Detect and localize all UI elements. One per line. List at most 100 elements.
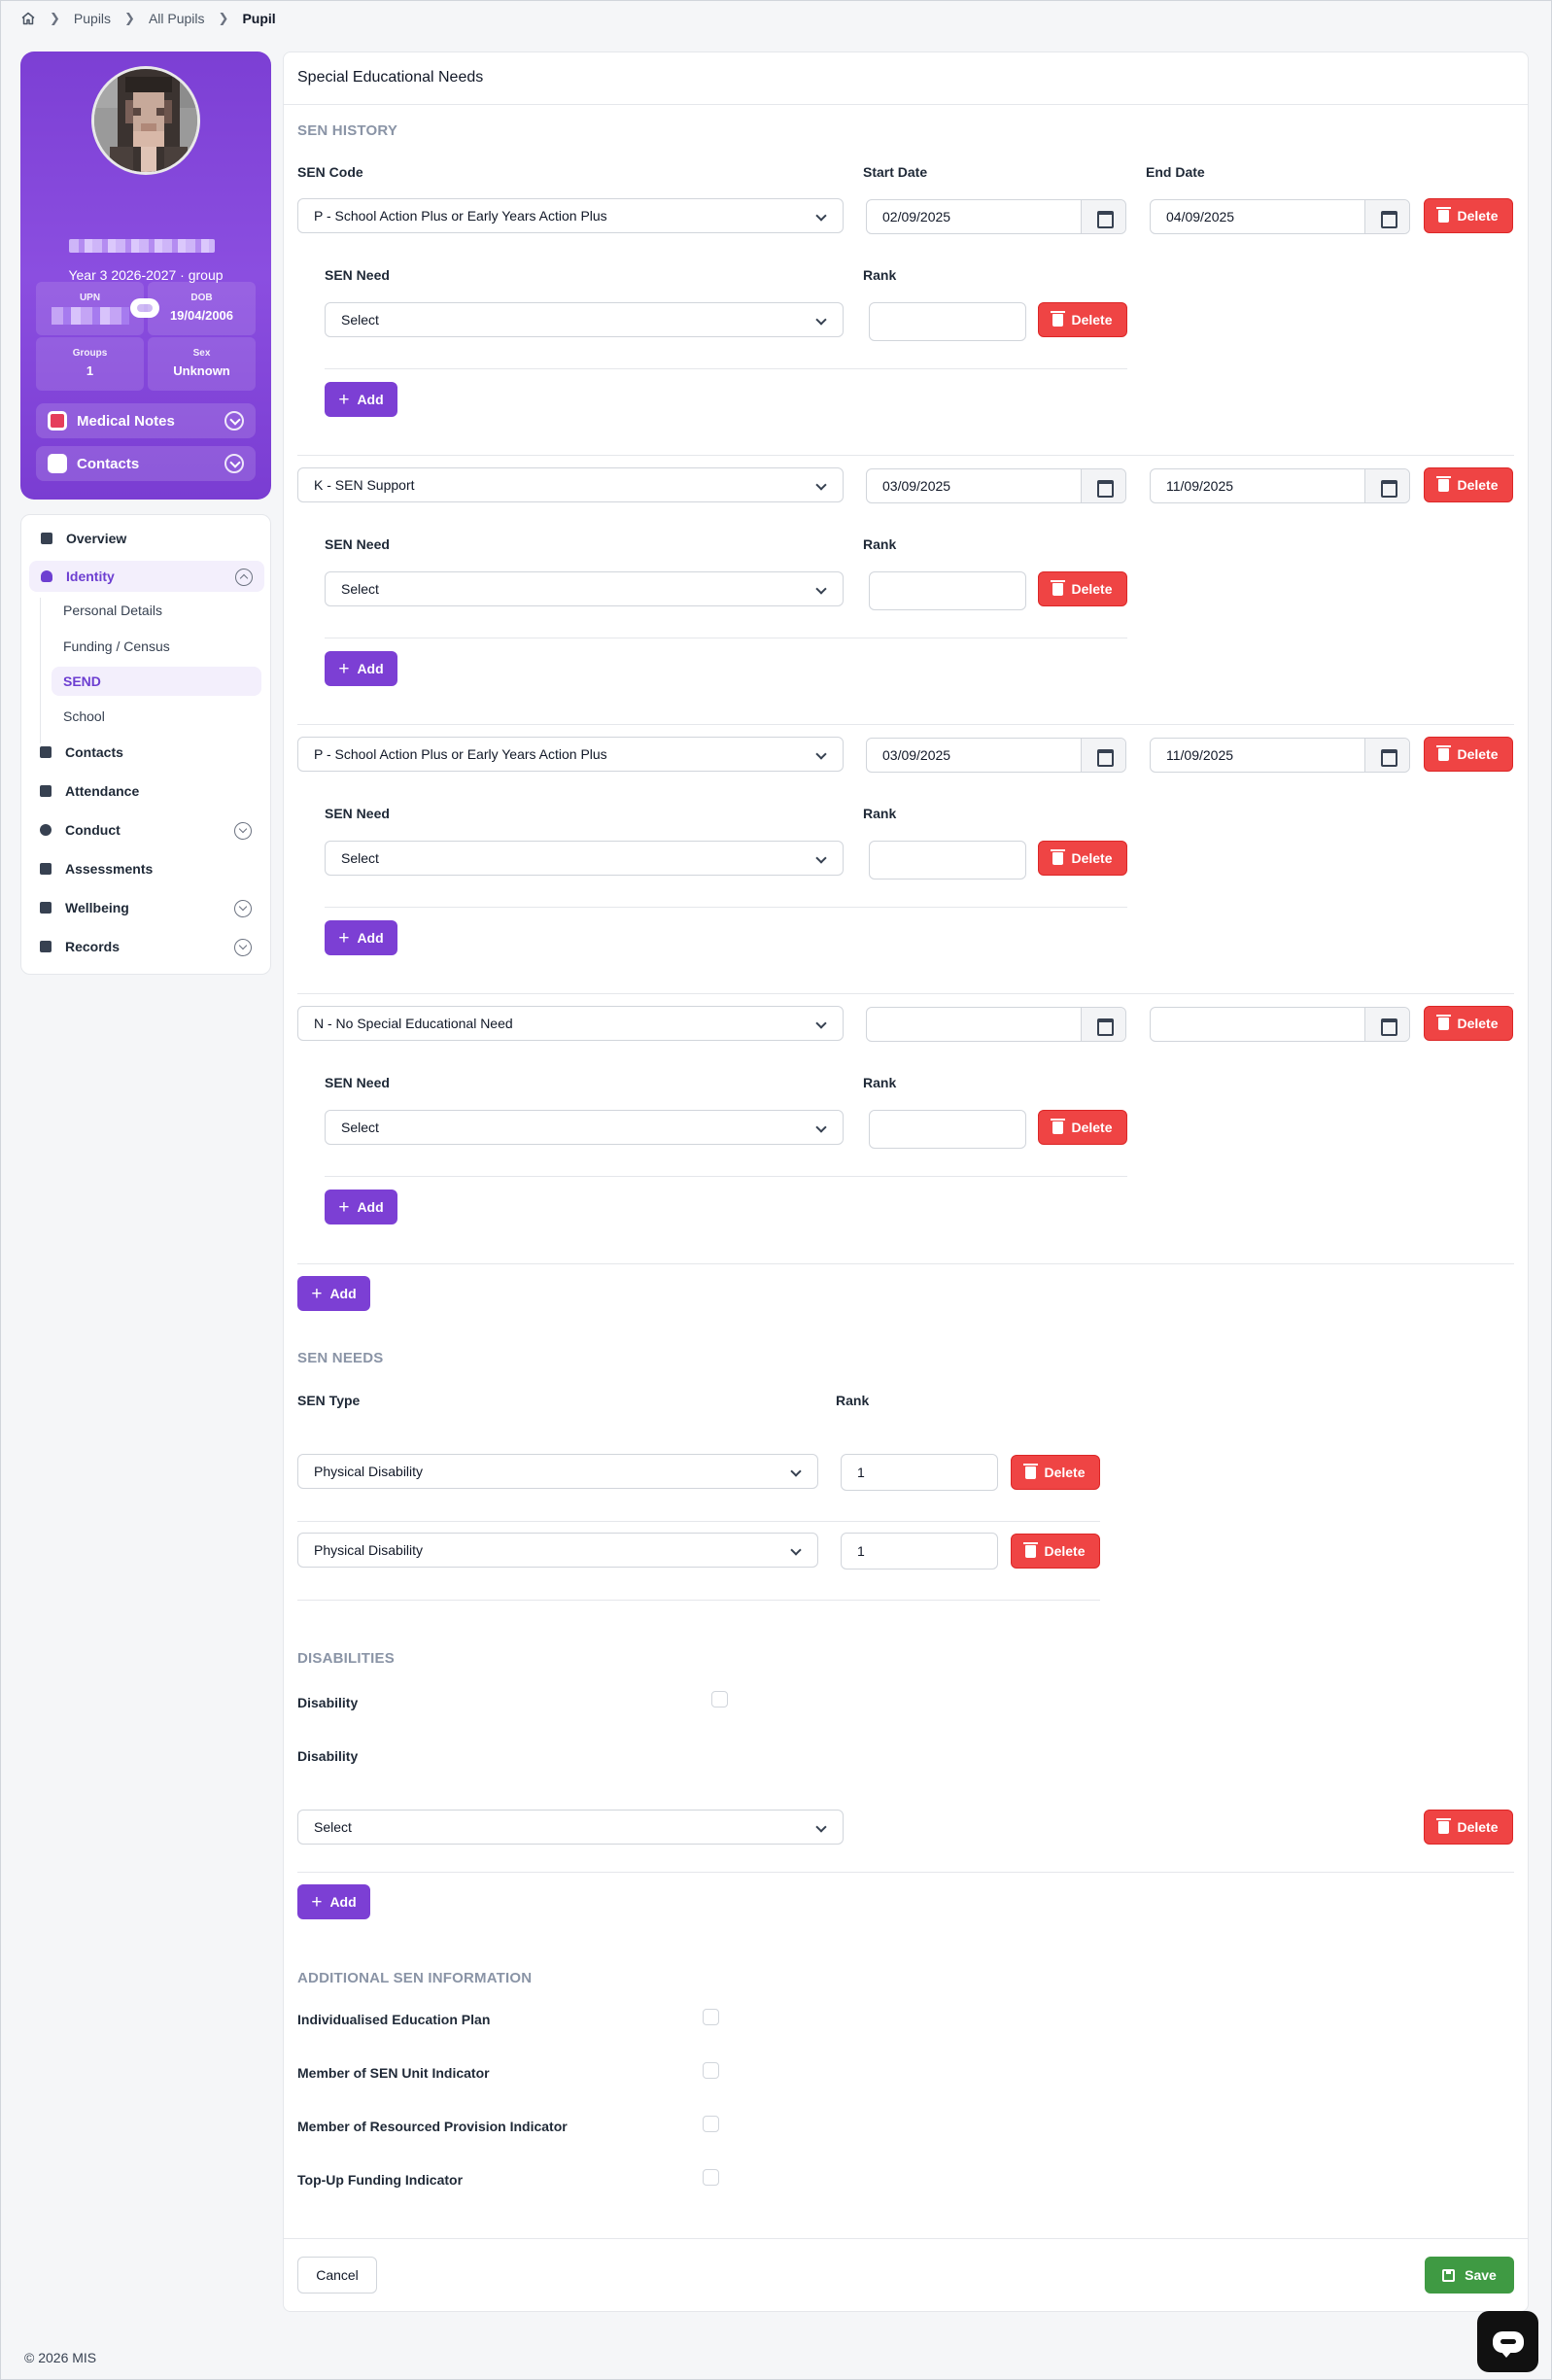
calendar-icon[interactable] <box>1081 200 1125 233</box>
end-date-input[interactable]: 11/09/2025 <box>1150 468 1410 503</box>
sen-type-select[interactable]: Physical Disability <box>297 1533 818 1568</box>
nav-item-wellbeing[interactable]: Wellbeing <box>28 892 263 923</box>
rank-input[interactable]: 1 <box>841 1454 998 1491</box>
cancel-button[interactable]: Cancel <box>297 2257 377 2294</box>
disability-select[interactable]: Select <box>297 1810 844 1845</box>
chat-widget-button[interactable] <box>1477 2311 1538 2372</box>
nav-item-overview[interactable]: Overview <box>29 523 264 554</box>
medical-notes-button[interactable]: Medical Notes <box>36 403 256 438</box>
breadcrumb: ❯ Pupils ❯ All Pupils ❯ Pupil <box>20 9 276 28</box>
nav-item-assessments[interactable]: Assessments <box>28 853 263 884</box>
nav-sub-school[interactable]: School <box>52 702 263 731</box>
chevron-down-icon <box>815 748 827 760</box>
delete-button[interactable]: Delete <box>1011 1455 1100 1490</box>
resourced-provision-checkbox[interactable] <box>703 2116 719 2132</box>
sen-need-select[interactable]: Select <box>325 571 844 606</box>
chevron-down-icon[interactable] <box>234 822 252 840</box>
end-date-input[interactable] <box>1150 1007 1410 1042</box>
add-sen-need-button[interactable]: + Add <box>325 651 397 686</box>
contacts-button[interactable]: Contacts <box>36 446 256 481</box>
chevron-down-icon[interactable] <box>224 411 244 431</box>
footer-copyright: © 2026 MIS <box>24 2350 97 2365</box>
sen-need-select[interactable]: Select <box>325 841 844 876</box>
calendar-icon[interactable] <box>1364 1008 1409 1041</box>
phone-icon <box>48 454 67 473</box>
sen-need-select[interactable]: Select <box>325 1110 844 1145</box>
iep-checkbox[interactable] <box>703 2009 719 2025</box>
start-date-input[interactable]: 03/09/2025 <box>866 468 1126 503</box>
sen-code-select[interactable]: P - School Action Plus or Early Years Ac… <box>297 198 844 233</box>
delete-button[interactable]: Delete <box>1011 1534 1100 1569</box>
start-date-input[interactable]: 03/09/2025 <box>866 738 1126 773</box>
select-value: P - School Action Plus or Early Years Ac… <box>314 746 607 762</box>
select-value: K - SEN Support <box>314 477 415 493</box>
select-value: Select <box>341 312 379 328</box>
start-date-input[interactable] <box>866 1007 1126 1042</box>
sen-code-select[interactable]: P - School Action Plus or Early Years Ac… <box>297 737 844 772</box>
delete-button[interactable]: Delete <box>1424 198 1513 233</box>
rank-input[interactable] <box>869 1110 1026 1149</box>
calendar-icon[interactable] <box>1364 200 1409 233</box>
nav-item-records[interactable]: Records <box>28 931 263 962</box>
add-sen-history-button[interactable]: + Add <box>297 1276 370 1311</box>
home-icon[interactable] <box>20 11 36 26</box>
top-up-funding-checkbox[interactable] <box>703 2169 719 2186</box>
stat-label: UPN <box>79 293 101 303</box>
delete-button[interactable]: Delete <box>1038 841 1127 876</box>
top-up-funding-label: Top-Up Funding Indicator <box>297 2172 464 2188</box>
select-value: Physical Disability <box>314 1542 424 1558</box>
delete-button[interactable]: Delete <box>1038 1110 1127 1145</box>
end-date-input[interactable]: 11/09/2025 <box>1150 738 1410 773</box>
breadcrumb-pupils[interactable]: Pupils <box>74 11 111 26</box>
grid-icon <box>41 533 52 544</box>
add-disability-button[interactable]: + Add <box>297 1884 370 1919</box>
add-sen-need-button[interactable]: + Add <box>325 1190 397 1224</box>
calendar-icon[interactable] <box>1081 739 1125 772</box>
start-date-input[interactable]: 02/09/2025 <box>866 199 1126 234</box>
calendar-icon[interactable] <box>1081 1008 1125 1041</box>
nav-sub-funding-census[interactable]: Funding / Census <box>52 632 263 661</box>
select-value: N - No Special Educational Need <box>314 1016 513 1031</box>
breadcrumb-all-pupils[interactable]: All Pupils <box>149 11 205 26</box>
delete-button[interactable]: Delete <box>1038 571 1127 606</box>
nav-item-conduct[interactable]: Conduct <box>28 814 263 845</box>
chevron-down-icon[interactable] <box>224 454 244 473</box>
sen-code-select[interactable]: N - No Special Educational Need <box>297 1006 844 1041</box>
calendar-icon[interactable] <box>1081 469 1125 502</box>
trash-icon <box>1051 1118 1066 1134</box>
sen-need-select[interactable]: Select <box>325 302 844 337</box>
add-sen-need-button[interactable]: + Add <box>325 382 397 417</box>
calendar-icon[interactable] <box>1364 739 1409 772</box>
select-value: Select <box>341 1120 379 1135</box>
nav-item-identity[interactable]: Identity <box>29 561 264 592</box>
rank-input[interactable] <box>869 841 1026 880</box>
nav-item-attendance[interactable]: Attendance <box>28 776 263 807</box>
contacts-label: Contacts <box>77 455 140 472</box>
calendar-icon[interactable] <box>1364 469 1409 502</box>
delete-button[interactable]: Delete <box>1424 737 1513 772</box>
trash-icon <box>1436 1817 1452 1834</box>
delete-button[interactable]: Delete <box>1038 302 1127 337</box>
rank-input[interactable] <box>869 302 1026 341</box>
chevron-down-icon[interactable] <box>234 939 252 956</box>
end-date-input[interactable]: 04/09/2025 <box>1150 199 1410 234</box>
sen-type-select[interactable]: Physical Disability <box>297 1454 818 1489</box>
delete-button[interactable]: Delete <box>1424 467 1513 502</box>
disability-checkbox[interactable] <box>711 1691 728 1707</box>
nav-sub-personal-details[interactable]: Personal Details <box>52 596 263 625</box>
nav-sub-send[interactable]: SEND <box>52 667 261 696</box>
rank-input[interactable]: 1 <box>841 1533 998 1569</box>
delete-button[interactable]: Delete <box>1424 1006 1513 1041</box>
chevron-up-icon[interactable] <box>235 569 253 586</box>
delete-button[interactable]: Delete <box>1424 1810 1513 1845</box>
add-sen-need-button[interactable]: + Add <box>325 920 397 955</box>
divider <box>325 368 1127 369</box>
sen-unit-checkbox[interactable] <box>703 2062 719 2079</box>
nav-label: Attendance <box>65 783 140 799</box>
nav-item-contacts[interactable]: Contacts <box>28 737 263 768</box>
sen-code-select[interactable]: K - SEN Support <box>297 467 844 502</box>
chevron-down-icon[interactable] <box>234 900 252 917</box>
rank-input[interactable] <box>869 571 1026 610</box>
save-button[interactable]: Save <box>1425 2257 1514 2294</box>
nav-label: School <box>63 708 105 724</box>
